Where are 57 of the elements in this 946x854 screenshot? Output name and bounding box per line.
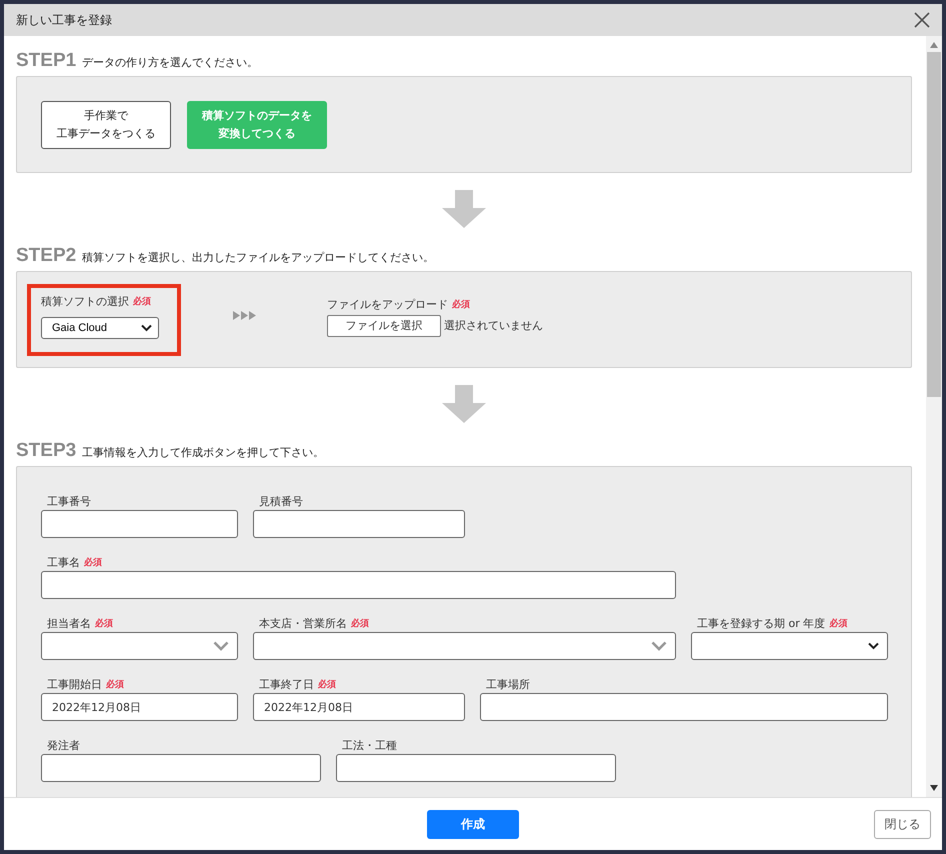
- field-label: 本支店・営業所名: [259, 616, 347, 630]
- field-label: 工事名: [47, 554, 80, 570]
- dialog-title: 新しい工事を登録: [16, 12, 112, 28]
- method-option-button[interactable]: 手作業で 工事データをつくる: [41, 100, 171, 148]
- scrollbar-thumb[interactable]: [927, 52, 941, 397]
- input-field[interactable]: [253, 510, 465, 538]
- field-label: ファイルをアップロード: [327, 297, 448, 312]
- required-label: 必須: [95, 617, 113, 630]
- combo-field[interactable]: [253, 632, 676, 660]
- input-field[interactable]: [41, 571, 676, 599]
- field-label: 工事終了日: [259, 676, 314, 692]
- software-select[interactable]: Gaia Cloud: [41, 316, 159, 338]
- field-label: 見積番号: [259, 494, 303, 508]
- field-label: 発注者: [47, 738, 80, 752]
- chevron-down-icon: [651, 641, 667, 651]
- input-field[interactable]: [41, 754, 321, 782]
- scrollbar[interactable]: [926, 36, 942, 797]
- chevron-down-icon: [213, 641, 229, 651]
- choose-file-button[interactable]: ファイルを選択: [327, 314, 441, 336]
- scroll-down-icon[interactable]: [930, 785, 938, 791]
- required-label: 必須: [133, 295, 151, 308]
- required-label: 必須: [318, 678, 336, 690]
- required-label: 必須: [351, 617, 369, 630]
- step-label: STEP1: [16, 50, 76, 72]
- select-field[interactable]: [691, 632, 888, 660]
- field-label: 工事開始日: [47, 676, 102, 692]
- step-instruction: 工事情報を入力して作成ボタンを押して下さい。: [82, 445, 324, 460]
- input-field[interactable]: [480, 693, 888, 721]
- create-button[interactable]: 作成: [427, 810, 519, 838]
- field-label: 工事場所: [486, 676, 530, 692]
- close-icon[interactable]: [914, 12, 930, 28]
- required-label: 必須: [829, 617, 848, 630]
- field-label: 担当者名: [47, 616, 91, 630]
- field-label: 工事番号: [47, 494, 91, 508]
- input-field[interactable]: [336, 754, 616, 782]
- combo-field[interactable]: [41, 632, 238, 660]
- down-arrow-icon: [442, 385, 486, 423]
- input-field[interactable]: 2022年12月08日: [41, 693, 238, 721]
- step-label: STEP3: [16, 440, 76, 462]
- field-label: 積算ソフトの選択: [41, 294, 129, 309]
- field-label: 工法・工種: [342, 738, 397, 752]
- chevron-down-icon: [868, 642, 879, 650]
- field-label: 工事を登録する期 or 年度: [697, 616, 826, 630]
- step-label: STEP2: [16, 245, 76, 267]
- required-label: 必須: [452, 298, 470, 311]
- required-label: 必須: [84, 556, 102, 568]
- required-label: 必須: [106, 678, 124, 690]
- step-instruction: データの作り方を選んでください。: [82, 55, 258, 70]
- triple-arrow-icon: [233, 311, 257, 320]
- close-button[interactable]: 閉じる: [874, 810, 931, 839]
- scroll-up-icon[interactable]: [930, 42, 938, 48]
- input-field[interactable]: 2022年12月08日: [253, 693, 465, 721]
- input-field[interactable]: [41, 510, 238, 538]
- file-status: 選択されていません: [444, 318, 543, 333]
- down-arrow-icon: [442, 190, 486, 228]
- chevron-down-icon: [141, 324, 152, 332]
- step-instruction: 積算ソフトを選択し、出力したファイルをアップロードしてください。: [82, 250, 434, 265]
